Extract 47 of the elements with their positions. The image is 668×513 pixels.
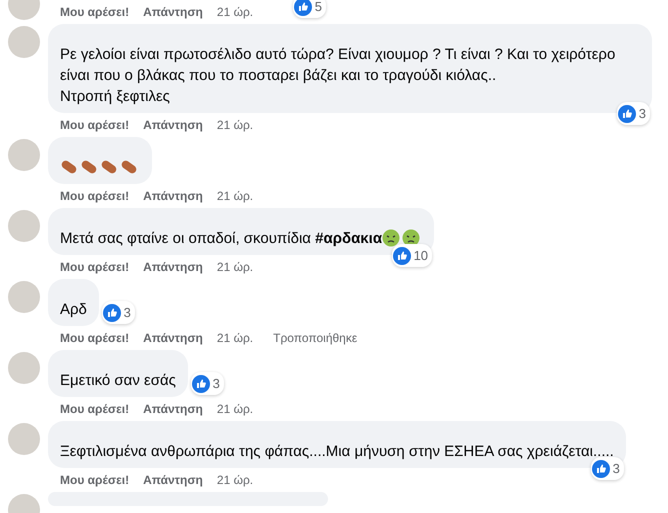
timestamp[interactable]: 21 ώρ. bbox=[216, 4, 254, 20]
hashtag-link[interactable]: #αρδακια bbox=[315, 230, 382, 247]
like-count-badge[interactable]: 3 bbox=[190, 372, 224, 395]
avatar[interactable] bbox=[8, 210, 40, 242]
avatar[interactable] bbox=[8, 139, 40, 171]
comment-text: Ξεφτιλισμένα ανθρωπάρια της φάπας....Μια μήνυση στην ΕΣΗΕΑ σας χρειάζεται..... bbox=[60, 443, 614, 460]
like-link[interactable]: Μου αρέσει! bbox=[60, 188, 130, 204]
like-link[interactable]: Μου αρέσει! bbox=[60, 330, 130, 346]
reply-link[interactable]: Απάντηση bbox=[143, 330, 203, 346]
edited-label: Τροποποιήθηκε bbox=[273, 330, 358, 346]
nauseated-face-icon bbox=[382, 229, 400, 247]
like-link[interactable]: Μου αρέσει! bbox=[60, 401, 130, 417]
comment-text: Μετά σας φταίνε οι οπαδοί, σκουπίδια bbox=[60, 230, 312, 247]
like-count-badge[interactable]: 3 bbox=[102, 301, 135, 324]
comment-text: Εμετικό σαν εσάς bbox=[60, 372, 176, 389]
thumbs-up-icon bbox=[102, 304, 121, 322]
avatar[interactable] bbox=[8, 423, 40, 455]
avatar[interactable] bbox=[8, 281, 40, 313]
thumbs-up-icon bbox=[592, 460, 610, 478]
timestamp[interactable]: 21 ώρ. bbox=[216, 188, 254, 204]
avatar[interactable] bbox=[8, 352, 40, 384]
thumbs-up-icon bbox=[618, 104, 636, 122]
like-count-badge[interactable]: 3 bbox=[616, 102, 650, 125]
reply-link[interactable]: Απάντηση bbox=[143, 117, 203, 133]
reply-link[interactable]: Απάντηση bbox=[143, 4, 203, 20]
like-link[interactable]: Μου αρέσει! bbox=[60, 4, 130, 20]
thumbs-up-icon bbox=[192, 374, 210, 392]
reply-link[interactable]: Απάντηση bbox=[143, 188, 203, 204]
comment-text: Ντροπή ξεφτιλες bbox=[60, 88, 170, 105]
timestamp[interactable]: 21 ώρ. bbox=[216, 472, 254, 488]
reply-link[interactable]: Απάντηση bbox=[143, 472, 203, 488]
comment-text: Αρδ bbox=[60, 301, 87, 318]
like-count-badge[interactable]: 5 bbox=[292, 0, 326, 18]
like-link[interactable]: Μου αρέσει! bbox=[60, 259, 130, 275]
comment-text: Ρε γελοίοι είναι πρωτοσέλιδο αυτό τώρα? Είναι χιουμορ ? Τι είναι ? Και το χειρότερο είναι που ο βλάκας που το ποσταρει βάζει και το τραγούδι κιόλας.. bbox=[60, 46, 616, 84]
avatar[interactable] bbox=[8, 26, 40, 58]
timestamp[interactable]: 21 ώρ. bbox=[216, 401, 254, 417]
like-link[interactable]: Μου αρέσει! bbox=[60, 472, 130, 488]
like-count-badge[interactable]: 3 bbox=[590, 457, 624, 480]
timestamp[interactable]: 21 ώρ. bbox=[216, 330, 254, 346]
timestamp[interactable]: 21 ώρ. bbox=[216, 259, 254, 275]
reply-link[interactable]: Απάντηση bbox=[143, 259, 203, 275]
like-count-badge[interactable]: 10 bbox=[392, 244, 432, 267]
reply-link[interactable]: Απάντηση bbox=[143, 401, 203, 417]
timestamp[interactable]: 21 ώρ. bbox=[216, 117, 254, 133]
thumbs-up-icon bbox=[392, 246, 411, 264]
like-link[interactable]: Μου αρέσει! bbox=[60, 117, 130, 133]
